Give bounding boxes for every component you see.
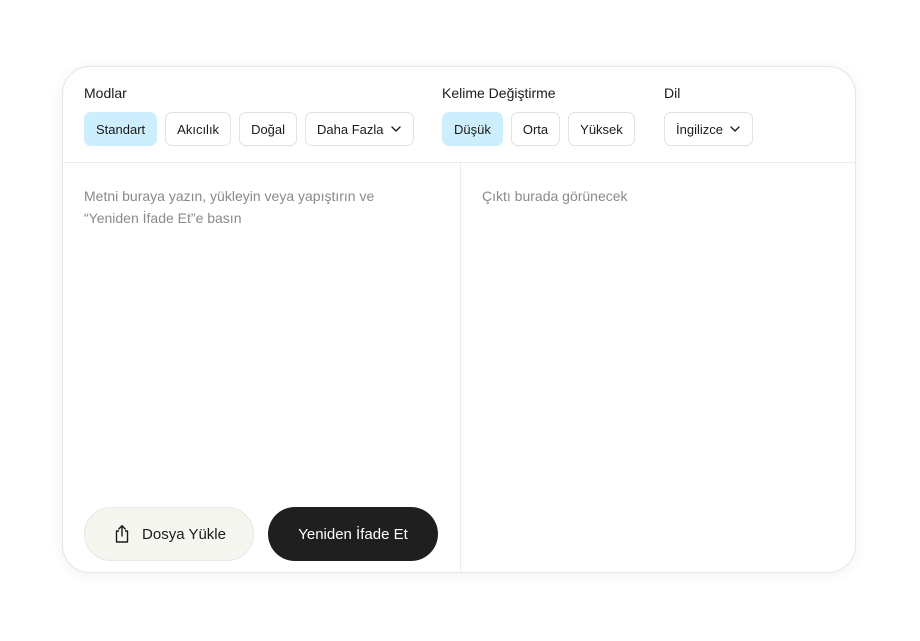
input-text-area[interactable]: Metni buraya yazın, yükleyin veya yapışt… [84, 185, 414, 229]
mode-more-label: Daha Fazla [317, 121, 384, 137]
output-text-area: Çıktı burada görünecek [482, 188, 628, 204]
mode-natural-chip[interactable]: Doğal [239, 112, 298, 146]
language-selected-label: İngilizce [676, 121, 723, 137]
chevron-down-icon [390, 126, 401, 132]
word-change-title: Kelime Değiştirme [442, 85, 556, 101]
word-change-group: Kelime Değiştirme Düşük Orta Yüksek [442, 83, 635, 146]
word-change-low-chip[interactable]: Düşük [442, 112, 503, 146]
upload-file-button[interactable]: Dosya Yükle [84, 507, 254, 561]
word-change-high-chip[interactable]: Yüksek [568, 112, 635, 146]
language-group: Dil İngilizce [664, 83, 753, 146]
mode-standard-chip[interactable]: Standart [84, 112, 158, 146]
options-toolbar: Modlar Standart Akıcılık Doğal Daha Fazl… [63, 67, 855, 163]
chevron-down-icon [730, 126, 740, 132]
modes-title: Modlar [84, 85, 127, 101]
language-chips: İngilizce [664, 112, 753, 146]
upload-file-label: Dosya Yükle [142, 525, 226, 543]
upload-icon [115, 525, 129, 543]
panel-divider [460, 162, 461, 572]
rephrase-card: Modlar Standart Akıcılık Doğal Daha Fazl… [62, 66, 856, 573]
rephrase-button[interactable]: Yeniden İfade Et [268, 507, 438, 561]
language-dropdown[interactable]: İngilizce [664, 112, 753, 146]
word-change-medium-chip[interactable]: Orta [510, 112, 561, 146]
modes-chips: Standart Akıcılık Doğal Daha Fazla [84, 112, 414, 146]
word-change-chips: Düşük Orta Yüksek [442, 112, 635, 146]
modes-group: Modlar Standart Akıcılık Doğal Daha Fazl… [84, 83, 414, 146]
mode-more-dropdown[interactable]: Daha Fazla [305, 112, 414, 146]
mode-fluency-chip[interactable]: Akıcılık [165, 112, 232, 146]
language-title: Dil [664, 85, 681, 101]
